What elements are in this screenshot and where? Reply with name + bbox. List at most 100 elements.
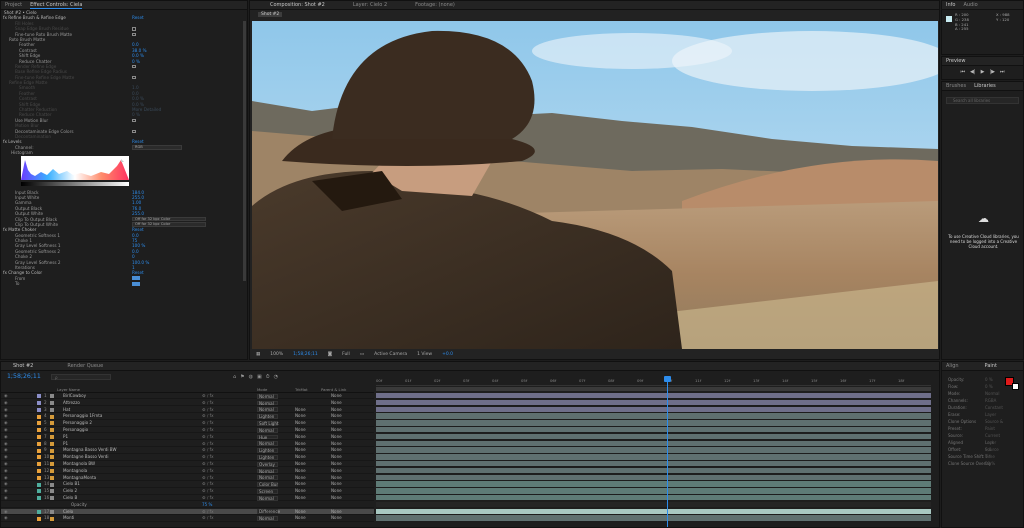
opacity-value[interactable]: 75 % [202,502,212,508]
layer-parent[interactable]: None [331,509,342,515]
layer-switches[interactable]: ⚙ ∕ fx [202,413,214,419]
layer-mode[interactable]: Normal [257,475,278,481]
layer-mode[interactable]: Normal [257,441,278,447]
library-search[interactable]: Search all libraries [946,97,1019,104]
layer-name[interactable]: Cielo [63,509,73,515]
track-bar[interactable] [376,461,931,468]
layer-mode[interactable]: Lighten [257,414,278,419]
visibility-icon[interactable]: ◉ [4,488,8,494]
paint-row-value[interactable]: 50 % [985,460,995,467]
layer-parent[interactable]: None [331,427,342,433]
table-row[interactable]: ◉ 7 P1 ⚙ ∕ fx Hue None None [1,434,374,441]
layer-switches[interactable]: ⚙ ∕ fx [202,407,214,413]
layer-switches[interactable]: ⚙ ∕ fx [202,420,214,426]
layer-parent[interactable]: None [331,413,342,419]
layer-parent[interactable]: None [331,481,342,487]
table-row[interactable]: Opacity 75 % [1,502,374,509]
track-bar[interactable] [376,488,931,495]
views-select[interactable]: 1 View [417,352,432,357]
label-color[interactable] [37,407,41,412]
layer-trkmat[interactable]: None [295,454,306,460]
layer-name[interactable]: BirlCowboy [63,393,86,399]
table-row[interactable]: ◉ 8 P1 ⚙ ∕ fx Normal None None [1,441,374,447]
tab-preview[interactable]: Preview [946,58,965,64]
label-color[interactable] [37,496,41,501]
layer-mode[interactable]: Overlay [257,461,278,467]
track-bar[interactable] [376,508,931,515]
region-icon[interactable]: ▭ [360,352,364,357]
visibility-icon[interactable]: ◉ [4,475,8,481]
layer-mode[interactable]: Normal [257,407,278,413]
table-row[interactable]: ◉ 15 Cielo 2 ⚙ ∕ fx Screen None None [1,488,374,495]
track-bar[interactable] [376,427,931,434]
time-ruler[interactable]: 00f01f02f03f04f05f06f07f08f09f10f11f12f1… [376,376,931,386]
camera-select[interactable]: Active Camera [374,352,407,357]
visibility-icon[interactable]: ◉ [4,509,8,515]
work-area-bar[interactable] [376,387,931,391]
layer-switches[interactable]: ⚙ ∕ fx [202,427,214,433]
layer-parent[interactable]: None [331,420,342,426]
track-bar[interactable] [376,454,931,461]
layer-trkmat[interactable]: None [295,461,306,467]
track-bar[interactable] [376,467,931,475]
layer-parent[interactable]: None [331,461,342,467]
layer-trkmat[interactable]: None [295,413,306,419]
layer-mode[interactable]: Color Bur [257,482,278,487]
effect-checkbox[interactable] [132,129,136,133]
layer-name[interactable]: Personaggio 1Frnta [63,413,102,419]
layer-mode[interactable]: Lighten [257,454,278,460]
layer-name[interactable]: Hat [63,407,70,413]
layer-switches[interactable]: ⚙ ∕ fx [202,393,214,399]
next-frame-button[interactable]: |▶ [989,69,995,75]
paint-row-value[interactable]: Normal [985,390,999,397]
paint-row[interactable]: Clone Source Overlay 50 % [945,460,1005,467]
comp-crumb-label[interactable]: Shot #2 [258,12,283,17]
label-color[interactable] [37,394,41,399]
layer-switches[interactable]: ⚙ ∕ fx [202,495,214,501]
layer-switches[interactable]: ⚙ ∕ fx [202,509,214,515]
label-color[interactable] [37,509,41,514]
layer-switches[interactable]: ⚙ ∕ fx [202,441,214,447]
play-button[interactable]: ▶ [981,69,985,75]
effect-controls-scrollbar[interactable] [243,21,246,281]
tab-paint[interactable]: Paint [985,363,997,369]
track-bar[interactable] [376,481,931,488]
track-bar[interactable] [376,515,931,522]
last-frame-button[interactable]: ⏭ [1000,69,1005,75]
tab-shot2[interactable]: Shot #2 [13,363,33,369]
tab-footage[interactable]: Footage: (none) [415,2,455,8]
visibility-icon[interactable]: ◉ [4,447,8,453]
color-swatch[interactable] [132,276,140,281]
visibility-icon[interactable]: ◉ [4,400,8,406]
layer-parent[interactable]: None [331,393,342,399]
layer-mode[interactable]: Normal [257,516,278,521]
table-row[interactable]: ◉ 9 Montagna Basso Verdi BW ⚙ ∕ fx Lighten No… [1,447,374,454]
layer-mode[interactable]: Screen [257,488,278,494]
tab-layer[interactable]: Layer: Cielo 2 [353,2,387,8]
tab-info[interactable]: Info [946,2,955,8]
comp-viewer[interactable] [252,21,938,349]
layer-parent[interactable]: None [331,441,342,447]
layer-mode[interactable]: Normal [257,427,278,433]
table-row[interactable]: ◉ 4 Personaggio 1Frnta ⚙ ∕ fx Lighten None Non… [1,413,374,420]
paint-row[interactable]: Duration: Constant [945,404,1005,411]
visibility-icon[interactable]: ◉ [4,468,8,474]
paint-row[interactable]: Erase: Layer Source & Paint [945,411,1005,431]
paint-row[interactable]: Flow: 0 % [945,383,1005,390]
background-color-swatch[interactable] [1012,383,1019,390]
header-mode[interactable]: Mode [257,387,267,392]
layer-parent[interactable]: None [331,407,342,413]
paint-row[interactable]: Aligned Lock Source Time [945,439,1005,459]
tab-effect-controls[interactable]: Effect Controls: Ciela [30,2,83,9]
exposure-value[interactable]: +0.0 [442,352,453,357]
layer-name[interactable]: Personaggio [63,427,88,433]
layer-trkmat[interactable]: None [295,420,306,426]
header-parent[interactable]: Parent & Link [321,387,346,392]
layer-name[interactable]: Cielo B1 [63,481,80,487]
track-bar[interactable] [376,474,931,481]
layer-switches[interactable]: ⚙ ∕ fx [202,447,214,453]
label-color[interactable] [37,468,41,473]
tab-project[interactable]: Project [5,2,22,8]
table-row[interactable]: ◉ 1 BirlCowboy ⚙ ∕ fx Normal None [1,393,374,400]
layer-switches[interactable]: ⚙ ∕ fx [202,468,214,474]
